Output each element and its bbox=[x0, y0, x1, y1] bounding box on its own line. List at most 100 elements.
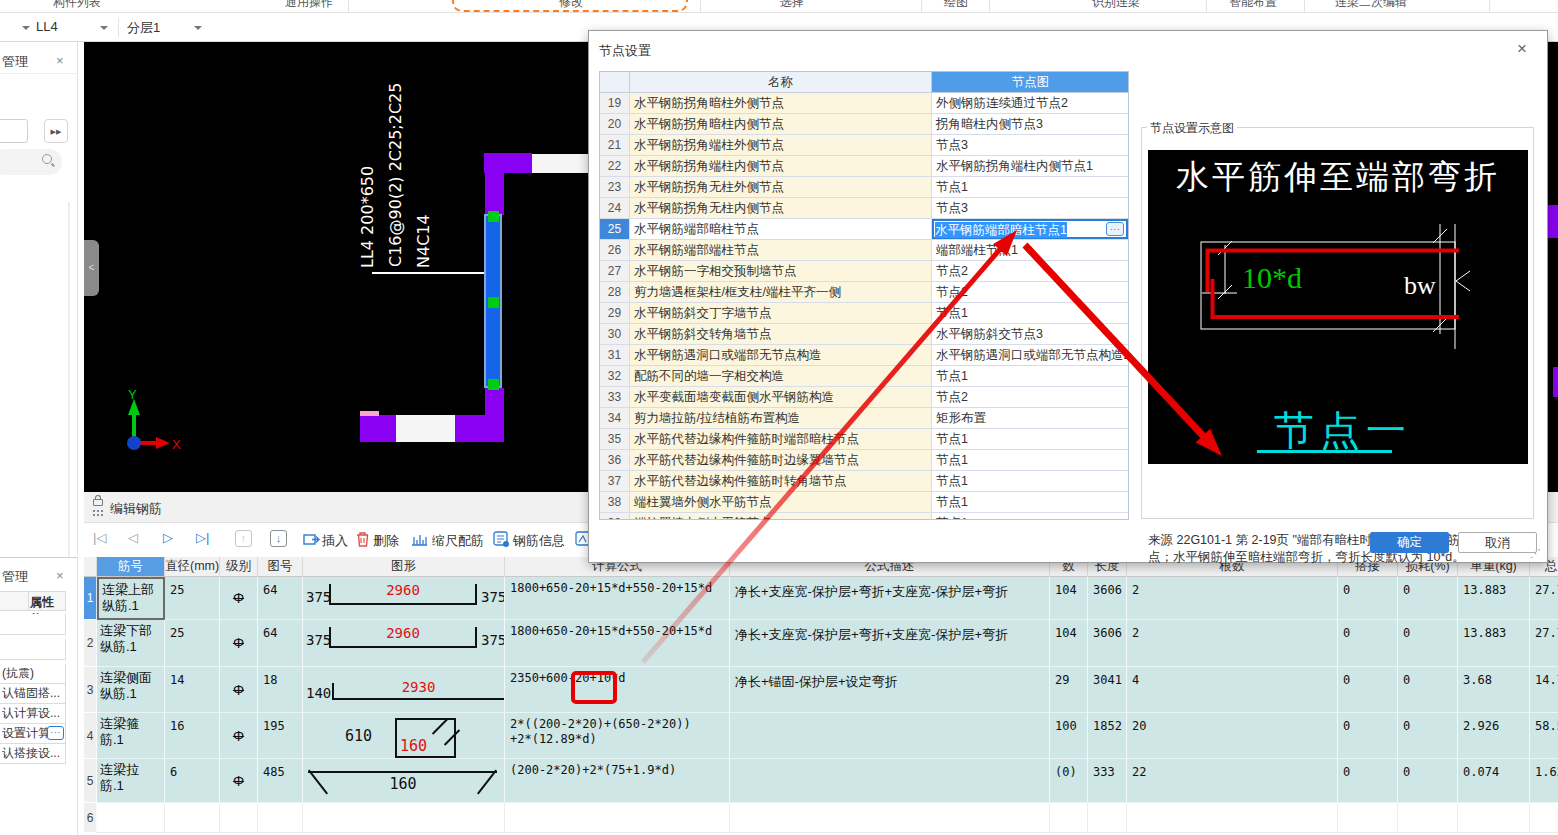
cell-count bbox=[1127, 803, 1338, 833]
node-value[interactable]: 节点1 bbox=[932, 177, 1129, 198]
edit-ellipsis-button[interactable]: ··· bbox=[1106, 222, 1124, 236]
drag-handle-icon[interactable] bbox=[92, 509, 103, 518]
cell-n1: 29 bbox=[1050, 667, 1088, 713]
node-value[interactable]: 节点2 bbox=[932, 261, 1129, 282]
beam-annotation-line2: C16@90(2) 2C25;2C25 bbox=[386, 83, 405, 267]
last-row-button[interactable]: ▷| bbox=[196, 530, 209, 545]
search-input[interactable] bbox=[0, 149, 62, 175]
rebar-shape-bracket: 3753752960 bbox=[303, 577, 504, 619]
ribbon-group-smart[interactable]: 智能布置 bbox=[1229, 0, 1277, 11]
node-name: 水平筋代替边缘构件箍筋时转角墙节点 bbox=[630, 471, 932, 492]
node-value[interactable]: 外侧钢筋连续通过节点2 bbox=[932, 93, 1129, 114]
close-icon[interactable]: × bbox=[56, 53, 64, 68]
node-value[interactable]: 矩形布置 bbox=[932, 408, 1129, 429]
column-header: 图号 bbox=[258, 557, 303, 577]
ellipsis-button[interactable]: ··· bbox=[47, 726, 64, 740]
move-up-button[interactable]: ↑ bbox=[235, 530, 252, 547]
cell-formula: 2350+600-20+10*d bbox=[505, 667, 730, 713]
collapse-sidebar-tab[interactable]: < bbox=[84, 240, 99, 296]
ribbon-group-edit2[interactable]: 连梁二次编辑 bbox=[1335, 0, 1407, 11]
close-icon[interactable]: × bbox=[56, 568, 64, 583]
rebar-shape-hookL: 1402930 bbox=[303, 667, 504, 712]
cell-lap: 0 bbox=[1338, 620, 1398, 667]
shape-label: 375 bbox=[481, 589, 505, 605]
ok-button[interactable]: 确定 bbox=[1370, 532, 1449, 553]
ribbon-group-1[interactable]: 构件列表 bbox=[53, 0, 101, 11]
cell-desc bbox=[730, 759, 1050, 803]
node-value[interactable]: 端部端柱节点1 bbox=[932, 240, 1129, 261]
ribbon-group-2[interactable]: 通用操作 bbox=[285, 0, 333, 11]
property-row[interactable] bbox=[0, 639, 66, 660]
row-number: 29 bbox=[600, 303, 630, 324]
property-row[interactable]: 认锚固搭... bbox=[0, 684, 66, 704]
scale-rebar-button[interactable]: 缩尺配筋 bbox=[432, 532, 484, 550]
node-name: 剪力墙拉筋/拉结植筋布置构造 bbox=[630, 408, 932, 429]
property-row[interactable]: 认计算设... bbox=[0, 704, 66, 724]
property-row[interactable]: 设置计算··· bbox=[0, 724, 66, 744]
node-value[interactable]: 节点3 bbox=[932, 135, 1129, 156]
property-row[interactable]: (抗震) bbox=[0, 664, 66, 684]
node-edit-box[interactable]: 水平钢筋端部暗柱节点1··· bbox=[932, 219, 1128, 239]
ribbon-group-identify[interactable]: 识别连梁 bbox=[1092, 0, 1140, 11]
cell-n1: 104 bbox=[1050, 577, 1088, 620]
scrollbar[interactable] bbox=[68, 202, 70, 587]
node-value[interactable]: 节点1 bbox=[932, 450, 1129, 471]
node-value[interactable]: 水平钢筋斜交节点3 bbox=[932, 324, 1129, 345]
move-down-button[interactable]: ↓ bbox=[270, 530, 287, 547]
ribbon-divider bbox=[1206, 0, 1207, 13]
node-value[interactable]: 水平钢筋拐角端柱内侧节点1 bbox=[932, 156, 1129, 177]
property-row[interactable]: 认搭接设... bbox=[0, 744, 66, 764]
cell-lap: 0 bbox=[1338, 713, 1398, 759]
chevron-down-icon[interactable] bbox=[100, 26, 108, 30]
delete-button[interactable]: 删除 bbox=[373, 532, 399, 550]
expand-button[interactable]: ▶▶ bbox=[44, 119, 68, 143]
node-value[interactable]: 节点1 bbox=[932, 492, 1129, 513]
prev-row-button[interactable]: ◁ bbox=[128, 530, 138, 545]
dialog-close-icon[interactable]: × bbox=[1517, 39, 1527, 59]
dialog-column-header: 名称 bbox=[630, 72, 932, 93]
property-row[interactable] bbox=[0, 614, 66, 635]
ribbon-group-draw[interactable]: 绘图 bbox=[944, 0, 968, 11]
cell-name: 连梁下部纵筋.1 bbox=[97, 620, 165, 667]
bend-length-label: 10*d bbox=[1242, 261, 1302, 294]
lock-icon[interactable] bbox=[93, 499, 103, 506]
shape-label: 160 bbox=[353, 775, 453, 793]
node-value[interactable]: 节点1 bbox=[932, 429, 1129, 450]
svg-text:Y: Y bbox=[128, 387, 137, 402]
cell-desc bbox=[730, 803, 1050, 833]
cell-name bbox=[97, 803, 165, 833]
filter-input[interactable] bbox=[0, 119, 28, 143]
ribbon-group-3[interactable]: 选择 bbox=[780, 0, 804, 11]
cell-num: 6 bbox=[84, 803, 97, 833]
node-settings-dialog: 节点设置 × 名称节点图19水平钢筋拐角暗柱外侧节点外侧钢筋连续通过节点220水… bbox=[588, 30, 1548, 563]
first-row-button[interactable]: |◁ bbox=[93, 530, 106, 545]
cell-count: 20 bbox=[1127, 713, 1338, 759]
resize-grip[interactable]: ⋰ bbox=[1530, 547, 1541, 560]
node-value[interactable]: 水平钢筋遇洞口或端部无节点构造2 bbox=[932, 345, 1129, 366]
node-value[interactable]: 节点1 bbox=[932, 471, 1129, 492]
node-value[interactable]: 拐角暗柱内侧节点3 bbox=[932, 114, 1129, 135]
next-row-button[interactable]: ▷ bbox=[163, 530, 173, 545]
beam-annotation-line1: LL4 200*650 bbox=[358, 166, 377, 268]
rebar-info-button[interactable]: 钢筋信息 bbox=[513, 532, 565, 550]
insert-button[interactable]: 插入 bbox=[322, 532, 348, 550]
cell-n1: 100 bbox=[1050, 713, 1088, 759]
node-value[interactable]: 节点2 bbox=[932, 282, 1129, 303]
node-value[interactable]: 节点3 bbox=[932, 198, 1129, 219]
cell-loss: 0 bbox=[1398, 620, 1458, 667]
element-combo[interactable]: LL4 bbox=[36, 19, 58, 34]
node-value[interactable]: 节点1 bbox=[932, 366, 1129, 387]
ribbon-divider bbox=[1304, 0, 1305, 13]
node-value[interactable]: 节点1 bbox=[932, 513, 1129, 520]
chevron-down-icon[interactable] bbox=[194, 26, 202, 30]
row-number: 30 bbox=[600, 324, 630, 345]
chevron-down-icon[interactable] bbox=[22, 26, 30, 30]
node-name: 水平钢筋拐角无柱外侧节点 bbox=[630, 177, 932, 198]
node-value[interactable]: 水平钢筋端部暗柱节点1··· bbox=[932, 219, 1129, 240]
cancel-button[interactable]: 取消 bbox=[1458, 532, 1537, 553]
layer-combo[interactable]: 分层1 bbox=[127, 19, 160, 37]
bw-label: bw bbox=[1404, 271, 1436, 300]
node-value[interactable]: 节点1 bbox=[932, 303, 1129, 324]
node-value[interactable]: 节点2 bbox=[932, 387, 1129, 408]
node-name: 水平钢筋一字相交预制墙节点 bbox=[630, 261, 932, 282]
